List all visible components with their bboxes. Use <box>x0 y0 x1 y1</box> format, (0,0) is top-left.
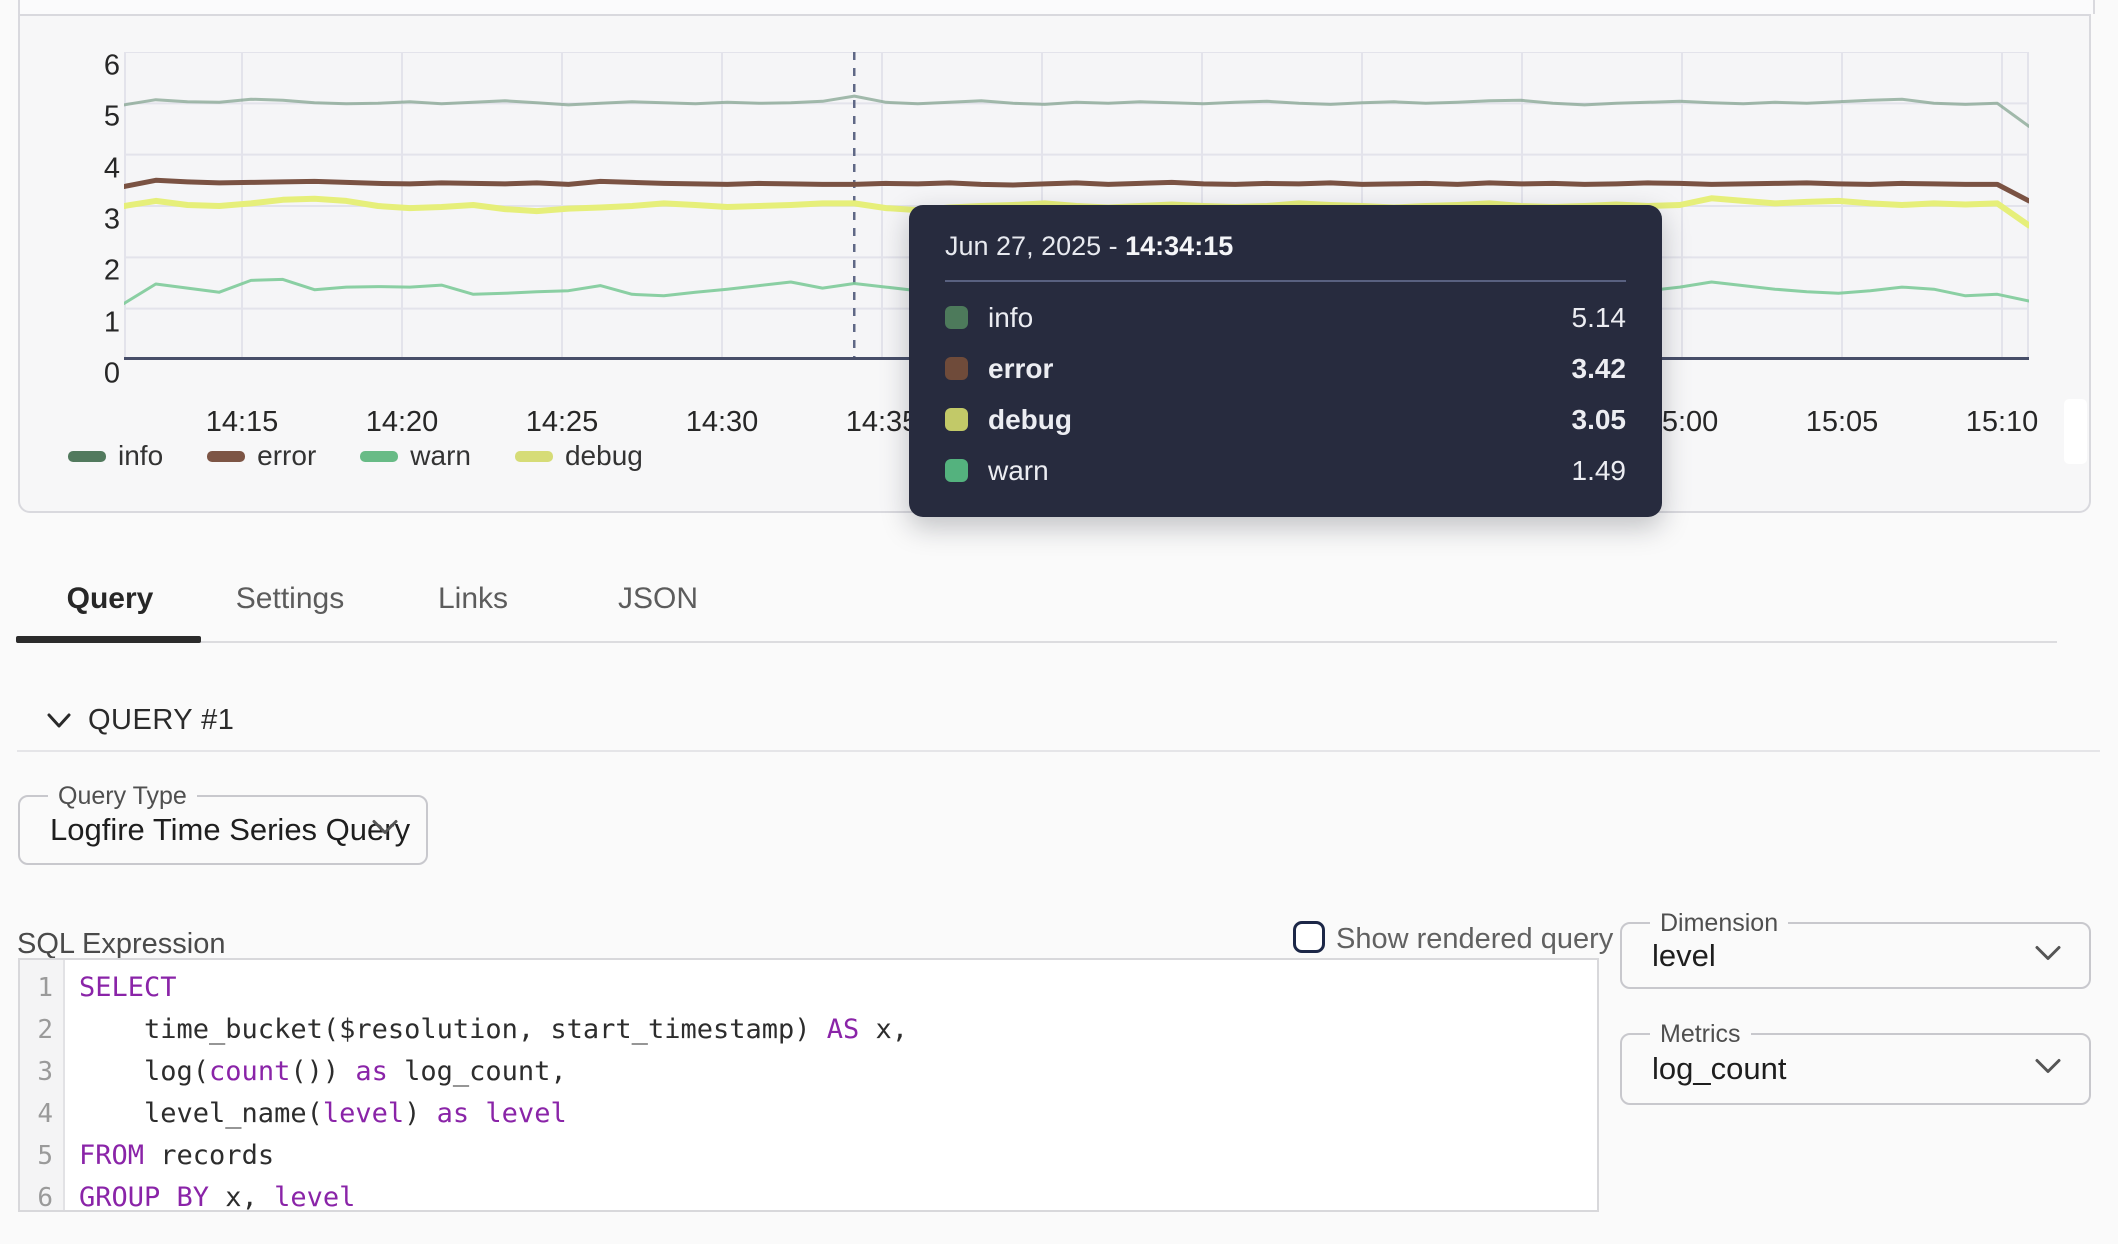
x-tick-label: 14:15 <box>206 406 279 439</box>
line-number: 3 <box>20 1051 63 1093</box>
tooltip-row-debug: debug 3.05 <box>945 394 1626 445</box>
tooltip-row-info: info 5.14 <box>945 292 1626 343</box>
tooltip-series-value: 3.42 <box>1572 353 1627 385</box>
line-number: 1 <box>20 967 63 1009</box>
x-tick-label: 14:30 <box>686 406 759 439</box>
y-tick-label: 0 <box>30 358 120 391</box>
panel-header-cut <box>18 0 2095 14</box>
metrics-select[interactable]: Metrics log_count <box>1620 1033 2091 1105</box>
chart-tooltip: Jun 27, 2025 - 14:34:15 info 5.14 error 3.4… <box>909 205 1662 517</box>
tooltip-series-label: error <box>988 353 1053 385</box>
y-tick-label: 4 <box>30 152 120 185</box>
tooltip-row-error: error 3.42 <box>945 343 1626 394</box>
metrics-value: log_count <box>1652 1051 1786 1087</box>
legend-swatch-icon <box>360 451 398 462</box>
tooltip-swatch-icon <box>945 357 968 380</box>
sql-code-line: FROM records <box>79 1135 1597 1177</box>
sql-editor[interactable]: 123456 SELECT time_bucket($resolution, s… <box>18 958 1599 1212</box>
line-number-gutter: 123456 <box>20 960 65 1210</box>
line-number: 4 <box>20 1093 63 1135</box>
x-tick-label: 15:10 <box>1966 406 2039 439</box>
metrics-label: Metrics <box>1650 1020 1751 1049</box>
query-type-select[interactable]: Query Type Logfire Time Series Query <box>18 795 428 865</box>
legend-label: warn <box>410 440 471 472</box>
show-rendered-query-label[interactable]: Show rendered query <box>1336 923 1613 956</box>
query-section-title[interactable]: QUERY #1 <box>88 704 234 737</box>
y-tick-label: 5 <box>30 101 120 134</box>
x-tick-label: 14:35 <box>846 406 919 439</box>
x-tick-label: 15:05 <box>1806 406 1879 439</box>
legend-item-error[interactable]: error <box>207 440 316 472</box>
legend-label: error <box>257 440 316 472</box>
chart-legend[interactable]: info error warn debug <box>68 440 643 472</box>
collapse-chevron-icon[interactable] <box>45 706 73 739</box>
line-number: 2 <box>20 1009 63 1051</box>
sql-code-line: SELECT <box>79 967 1597 1009</box>
tooltip-rows: info 5.14 error 3.42 debug 3.05 warn 1.49 <box>945 292 1626 496</box>
tooltip-row-warn: warn 1.49 <box>945 445 1626 496</box>
legend-label: info <box>118 440 163 472</box>
line-number: 5 <box>20 1135 63 1177</box>
dimension-label: Dimension <box>1650 909 1788 938</box>
legend-swatch-icon <box>207 451 245 462</box>
sql-code-line: log(count()) as log_count, <box>79 1051 1597 1093</box>
tooltip-timestamp: Jun 27, 2025 - 14:34:15 <box>945 231 1626 262</box>
sql-code-line: level_name(level) as level <box>79 1093 1597 1135</box>
tooltip-swatch-icon <box>945 459 968 482</box>
tooltip-swatch-icon <box>945 306 968 329</box>
tooltip-series-value: 1.49 <box>1572 455 1627 487</box>
tab-settings[interactable]: Settings <box>236 582 344 616</box>
tab-links[interactable]: Links <box>438 582 508 616</box>
legend-item-info[interactable]: info <box>68 440 163 472</box>
sql-code-line: time_bucket($resolution, start_timestamp… <box>79 1009 1597 1051</box>
dimension-value: level <box>1652 938 1716 974</box>
legend-label: debug <box>565 440 643 472</box>
query-type-value: Logfire Time Series Query <box>50 812 410 848</box>
tooltip-divider <box>945 280 1626 282</box>
tab-json[interactable]: JSON <box>618 582 698 616</box>
tooltip-series-value: 5.14 <box>1572 302 1627 334</box>
tab-bar-divider <box>17 641 2057 643</box>
sql-expression-label: SQL Expression <box>17 928 225 961</box>
tooltip-series-label: debug <box>988 404 1072 436</box>
legend-item-warn[interactable]: warn <box>360 440 471 472</box>
x-tick-label: 14:20 <box>366 406 439 439</box>
y-tick-label: 3 <box>30 204 120 237</box>
y-tick-label: 1 <box>30 306 120 339</box>
chevron-down-icon <box>370 818 400 843</box>
tooltip-swatch-icon <box>945 408 968 431</box>
tooltip-series-label: warn <box>988 455 1049 487</box>
show-rendered-query-checkbox[interactable] <box>1293 921 1325 953</box>
legend-item-debug[interactable]: debug <box>515 440 643 472</box>
chevron-down-icon <box>2033 943 2063 968</box>
sql-code-line: GROUP BY x, level <box>79 1177 1597 1219</box>
y-tick-label: 2 <box>30 255 120 288</box>
y-tick-label: 6 <box>30 50 120 83</box>
active-tab-underline <box>16 636 201 643</box>
legend-swatch-icon <box>515 451 553 462</box>
line-number: 6 <box>20 1177 63 1219</box>
tooltip-series-label: info <box>988 302 1033 334</box>
tab-query[interactable]: Query <box>67 582 154 616</box>
tooltip-series-value: 3.05 <box>1572 404 1627 436</box>
scrollbar-thumb[interactable] <box>2064 399 2087 464</box>
dimension-select[interactable]: Dimension level <box>1620 922 2091 989</box>
query-type-label: Query Type <box>48 782 197 811</box>
query-section-divider <box>17 750 2100 752</box>
sql-code[interactable]: SELECT time_bucket($resolution, start_ti… <box>65 960 1597 1210</box>
x-tick-label: 14:25 <box>526 406 599 439</box>
legend-swatch-icon <box>68 451 106 462</box>
chevron-down-icon <box>2033 1057 2063 1082</box>
